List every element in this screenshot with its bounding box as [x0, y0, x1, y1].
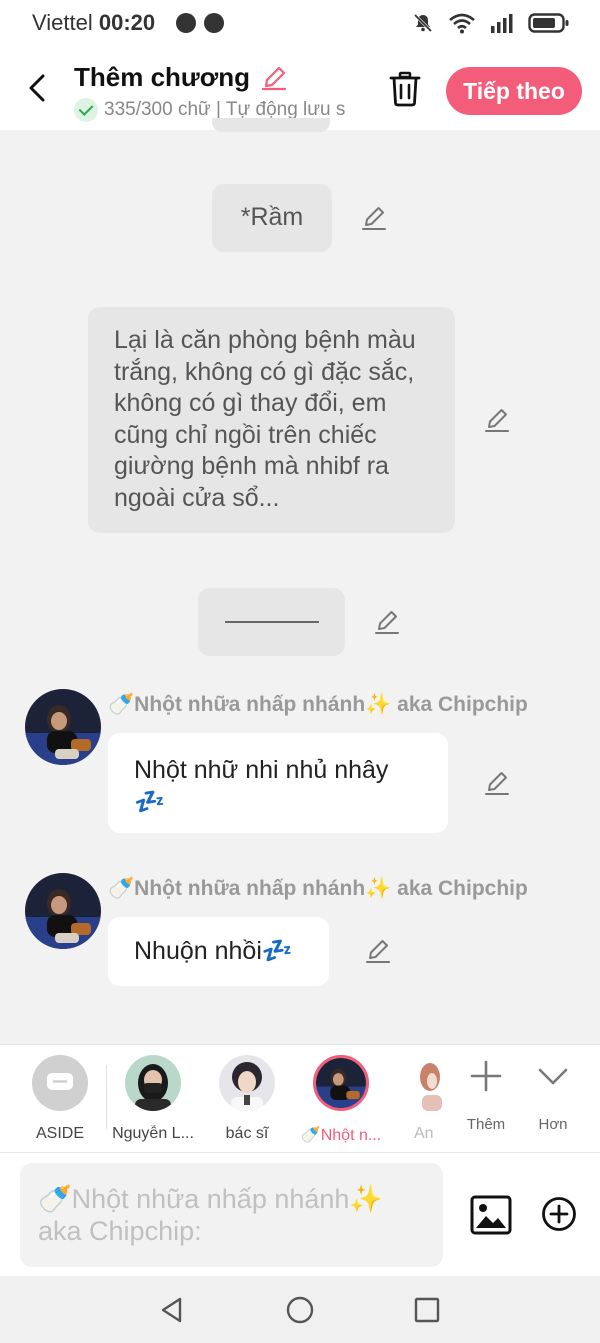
delete-button[interactable]: [386, 70, 424, 108]
wifi-icon: [449, 13, 475, 34]
carrier-time: Viettel 00:20: [32, 10, 155, 36]
character-name: Nguyễn L...: [112, 1125, 194, 1142]
edit-icon[interactable]: [483, 406, 511, 434]
character-item[interactable]: An: [394, 1055, 454, 1143]
speaker-name: 🍼Nhột nhữa nhấp nhánh✨ aka Chipchip: [108, 693, 528, 716]
word-count-text: 335/300 chữ | Tự động lưu s: [104, 99, 346, 120]
chapter-title: Thêm chương: [74, 62, 250, 92]
edit-icon[interactable]: [373, 608, 401, 636]
character-avatar-image: [408, 1055, 448, 1111]
avatar[interactable]: [25, 689, 101, 765]
character-name: ASIDE: [35, 1125, 84, 1142]
character-avatar: [408, 1055, 448, 1111]
character-item-selected[interactable]: 🍼Nhột n...: [296, 1055, 386, 1145]
chevron-left-icon: [29, 74, 45, 102]
edit-icon[interactable]: [360, 204, 388, 232]
character-avatar: [219, 1055, 275, 1111]
dialogue-bubble[interactable]: Nhuộn nhồi💤: [108, 917, 329, 986]
nav-home-icon[interactable]: [286, 1296, 314, 1324]
bell-muted-icon: [413, 13, 433, 33]
add-character-button[interactable]: Thêm: [454, 1059, 518, 1133]
messenger-notification-icon: [204, 13, 224, 33]
clock: 00:20: [98, 10, 156, 35]
separator-bubble[interactable]: [198, 588, 345, 656]
add-more-button[interactable]: [541, 1196, 577, 1232]
character-avatar-image: [219, 1055, 275, 1111]
edit-icon[interactable]: [364, 937, 392, 965]
composer: 🍼Nhột nhữa nhấp nhánh✨ aka Chipchip:: [0, 1152, 600, 1276]
aside-avatar: [32, 1055, 88, 1111]
speaker-name: 🍼Nhột nhữa nhấp nhánh✨ aka Chipchip: [108, 877, 528, 900]
system-nav-bar: [0, 1276, 600, 1343]
pencil-icon[interactable]: [260, 64, 288, 92]
chat-bubble-icon: [47, 1073, 73, 1090]
more-button[interactable]: Hơn: [521, 1059, 585, 1133]
back-button[interactable]: [20, 68, 54, 108]
title-area[interactable]: Thêm chương: [74, 62, 288, 93]
plus-icon: [470, 1060, 502, 1092]
carrier-name: Viettel: [32, 10, 93, 35]
chevron-down-icon: [538, 1068, 568, 1085]
trash-icon: [389, 71, 421, 107]
separator-line: [224, 621, 319, 623]
narration-bubble[interactable]: *Rầm: [212, 184, 332, 252]
next-button[interactable]: Tiếp theo: [446, 67, 582, 115]
character-avatar-image: [316, 1058, 366, 1108]
nav-back-icon[interactable]: [158, 1296, 186, 1324]
battery-icon: [528, 13, 569, 33]
avatar[interactable]: [25, 873, 101, 949]
status-icons: [412, 10, 570, 36]
plus-circle-icon: [542, 1197, 576, 1231]
nav-recent-icon[interactable]: [414, 1297, 440, 1323]
dialogue-bubble[interactable]: Nhột nhữ nhi nhủ nhây 💤: [108, 733, 448, 833]
previous-bubble-stub: [212, 118, 330, 132]
character-name: An: [414, 1125, 434, 1142]
signal-icon: [491, 14, 513, 33]
message-input[interactable]: 🍼Nhột nhữa nhấp nhánh✨ aka Chipchip:: [20, 1163, 443, 1267]
character-avatar: [313, 1055, 369, 1111]
divider: [106, 1065, 107, 1129]
insert-image-button[interactable]: [470, 1195, 512, 1235]
check-circle-icon: [74, 98, 98, 122]
narration-bubble[interactable]: Lại là căn phòng bệnh màu trắng, không c…: [88, 307, 455, 533]
more-label: Hơn: [538, 1116, 568, 1133]
edit-icon[interactable]: [483, 769, 511, 797]
character-avatar: [125, 1055, 181, 1111]
messenger-notification-icon: [176, 13, 196, 33]
add-label: Thêm: [466, 1116, 506, 1133]
character-bar: ASIDE Nguyễn L... bác sĩ 🍼Nhột n... An T…: [0, 1044, 600, 1152]
image-icon: [470, 1195, 512, 1235]
character-item[interactable]: Nguyễn L...: [108, 1055, 198, 1143]
character-avatar-image: [25, 689, 101, 765]
character-name: 🍼Nhột n...: [300, 1127, 382, 1144]
character-avatar-image: [25, 873, 101, 949]
character-avatar-image: [125, 1055, 181, 1111]
character-aside[interactable]: ASIDE: [15, 1055, 105, 1143]
character-item[interactable]: bác sĩ: [202, 1055, 292, 1143]
character-name: bác sĩ: [225, 1125, 269, 1142]
status-bar: Viettel 00:20: [0, 0, 600, 46]
